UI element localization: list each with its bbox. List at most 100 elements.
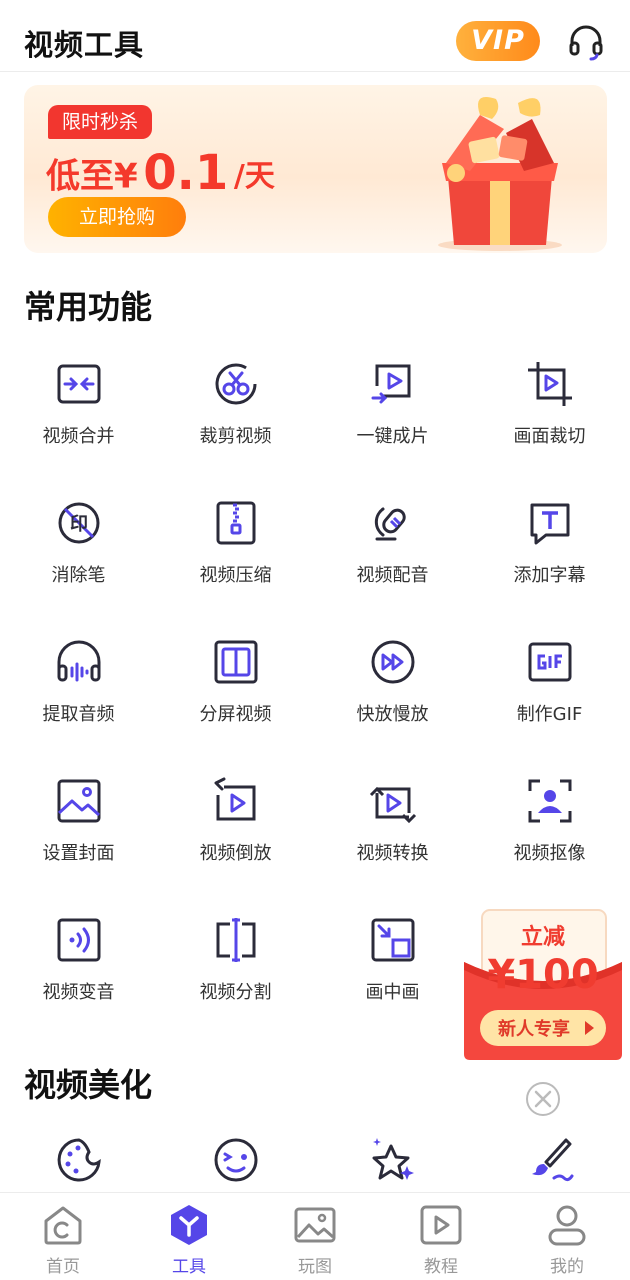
top-bar: 视频工具 VIP <box>0 0 630 72</box>
customer-service-icon[interactable] <box>566 22 606 62</box>
tab-profile[interactable]: 我的 <box>504 1193 630 1280</box>
tool-label: 一键成片 <box>356 426 429 447</box>
tool-extract-audio[interactable]: 提取音频 <box>0 638 157 777</box>
tool-trim-video[interactable]: 裁剪视频 <box>157 360 314 499</box>
buy-now-button[interactable]: 立即抢购 <box>48 197 186 237</box>
svg-text:印: 印 <box>70 514 88 535</box>
tool-label: 画中画 <box>365 982 420 1003</box>
tab-gallery[interactable]: 玩图 <box>252 1193 378 1280</box>
smiley-icon <box>214 1138 257 1182</box>
page-title: 视频工具 <box>24 28 145 62</box>
eraser-icon: 印 <box>58 502 99 544</box>
split-screen-icon <box>214 640 257 684</box>
tool-label: 视频合并 <box>42 426 115 447</box>
tab-tutorial[interactable]: 教程 <box>378 1193 504 1280</box>
tab-home[interactable]: 首页 <box>0 1193 126 1280</box>
profile-icon <box>548 1205 586 1246</box>
tool-label: 制作GIF <box>516 704 583 725</box>
reverse-icon <box>214 777 255 821</box>
tool-portrait[interactable]: 视频抠像 <box>471 777 628 916</box>
tool-label: 消除笔 <box>51 565 106 586</box>
video-beautify-title: 视频美化 <box>24 1066 153 1104</box>
convert-icon <box>369 786 416 824</box>
new-user-coupon[interactable]: 立减 ¥100 新人专享 <box>464 908 622 1060</box>
palette-icon <box>57 1138 101 1182</box>
tool-label: 设置封面 <box>42 843 115 864</box>
tool-picture-in-picture[interactable]: 画中画 <box>314 916 471 1055</box>
beautify-tool-effects[interactable] <box>314 1136 471 1186</box>
promo-price: 低至¥ 0.1 /天 <box>46 145 275 201</box>
merge-icon <box>57 364 100 404</box>
promo-banner[interactable]: 限时秒杀 低至¥ 0.1 /天 立即抢购 <box>24 85 607 253</box>
tab-label: 我的 <box>550 1257 584 1277</box>
home-icon <box>44 1206 82 1245</box>
price-prefix: 低至¥ <box>46 156 138 197</box>
tool-label: 视频配音 <box>356 565 429 586</box>
coupon-cta: 新人专享 <box>498 1018 570 1040</box>
coupon-amount: ¥100 <box>487 952 598 998</box>
image-icon <box>57 779 100 823</box>
tool-label: 视频转换 <box>356 843 429 864</box>
tool-label: 视频抠像 <box>513 843 586 864</box>
tool-subtitle[interactable]: 添加字幕 <box>471 499 628 638</box>
vip-button[interactable]: VIP <box>456 21 540 61</box>
tool-label: 裁剪视频 <box>199 426 272 447</box>
beautify-tool-palette[interactable] <box>0 1136 157 1186</box>
tab-label: 首页 <box>46 1257 80 1277</box>
tool-label: 分屏视频 <box>199 704 272 725</box>
voice-change-icon <box>57 918 100 962</box>
crop-icon <box>527 362 572 406</box>
brush-icon <box>531 1138 573 1182</box>
tab-label: 玩图 <box>298 1257 332 1277</box>
tutorial-icon <box>420 1205 462 1245</box>
beautify-tool-brush[interactable] <box>471 1136 628 1186</box>
tool-voice-change[interactable]: 视频变音 <box>0 916 157 1055</box>
one-click-icon <box>371 364 410 404</box>
tool-crop[interactable]: 画面裁切 <box>471 360 628 499</box>
tool-split-screen[interactable]: 分屏视频 <box>157 638 314 777</box>
tool-dubbing[interactable]: 视频配音 <box>314 499 471 638</box>
scissors-icon <box>215 363 256 405</box>
beautify-tool-face[interactable] <box>157 1136 314 1186</box>
close-coupon-icon[interactable] <box>524 1080 562 1118</box>
gif-icon <box>528 642 571 682</box>
tool-label: 视频压缩 <box>199 565 272 586</box>
star-sparkle-icon <box>372 1138 414 1180</box>
split-icon <box>216 918 255 962</box>
tab-tools[interactable]: 工具 <box>126 1193 252 1280</box>
portrait-icon <box>528 779 571 823</box>
dubbing-icon <box>374 507 406 541</box>
picture-in-picture-icon <box>371 918 414 962</box>
tool-label: 视频倒放 <box>199 843 272 864</box>
tool-split[interactable]: 视频分割 <box>157 916 314 1055</box>
bottom-tab-bar: 首页 工具 玩图 教程 我的 <box>0 1192 630 1280</box>
tab-label: 教程 <box>424 1257 458 1277</box>
tool-speed[interactable]: 快放慢放 <box>314 638 471 777</box>
tools-icon <box>171 1205 207 1245</box>
headphones-icon <box>57 640 100 682</box>
tool-eraser[interactable]: 印 消除笔 <box>0 499 157 638</box>
tab-label: 工具 <box>172 1257 206 1277</box>
subtitle-icon <box>530 503 569 545</box>
tool-compress[interactable]: 视频压缩 <box>157 499 314 638</box>
compress-icon <box>216 501 255 545</box>
tool-make-gif[interactable]: 制作GIF <box>471 638 628 777</box>
tool-reverse[interactable]: 视频倒放 <box>157 777 314 916</box>
price-unit: /天 <box>233 159 275 194</box>
tool-label: 快放慢放 <box>356 704 429 725</box>
tool-set-cover[interactable]: 设置封面 <box>0 777 157 916</box>
gift-box-illustration <box>438 97 562 251</box>
common-functions-title: 常用功能 <box>24 288 153 326</box>
tool-label: 添加字幕 <box>513 565 586 586</box>
fast-forward-icon <box>371 640 414 684</box>
tool-label: 提取音频 <box>42 704 115 725</box>
coupon-title: 立减 <box>521 924 565 950</box>
gallery-icon <box>294 1207 336 1243</box>
tool-label: 视频分割 <box>199 982 272 1003</box>
tool-label: 视频变音 <box>42 982 115 1003</box>
tool-convert[interactable]: 视频转换 <box>314 777 471 916</box>
tool-video-merge[interactable]: 视频合并 <box>0 360 157 499</box>
flash-sale-tag: 限时秒杀 <box>48 105 153 139</box>
tool-label: 画面裁切 <box>513 426 586 447</box>
tool-one-click[interactable]: 一键成片 <box>314 360 471 499</box>
